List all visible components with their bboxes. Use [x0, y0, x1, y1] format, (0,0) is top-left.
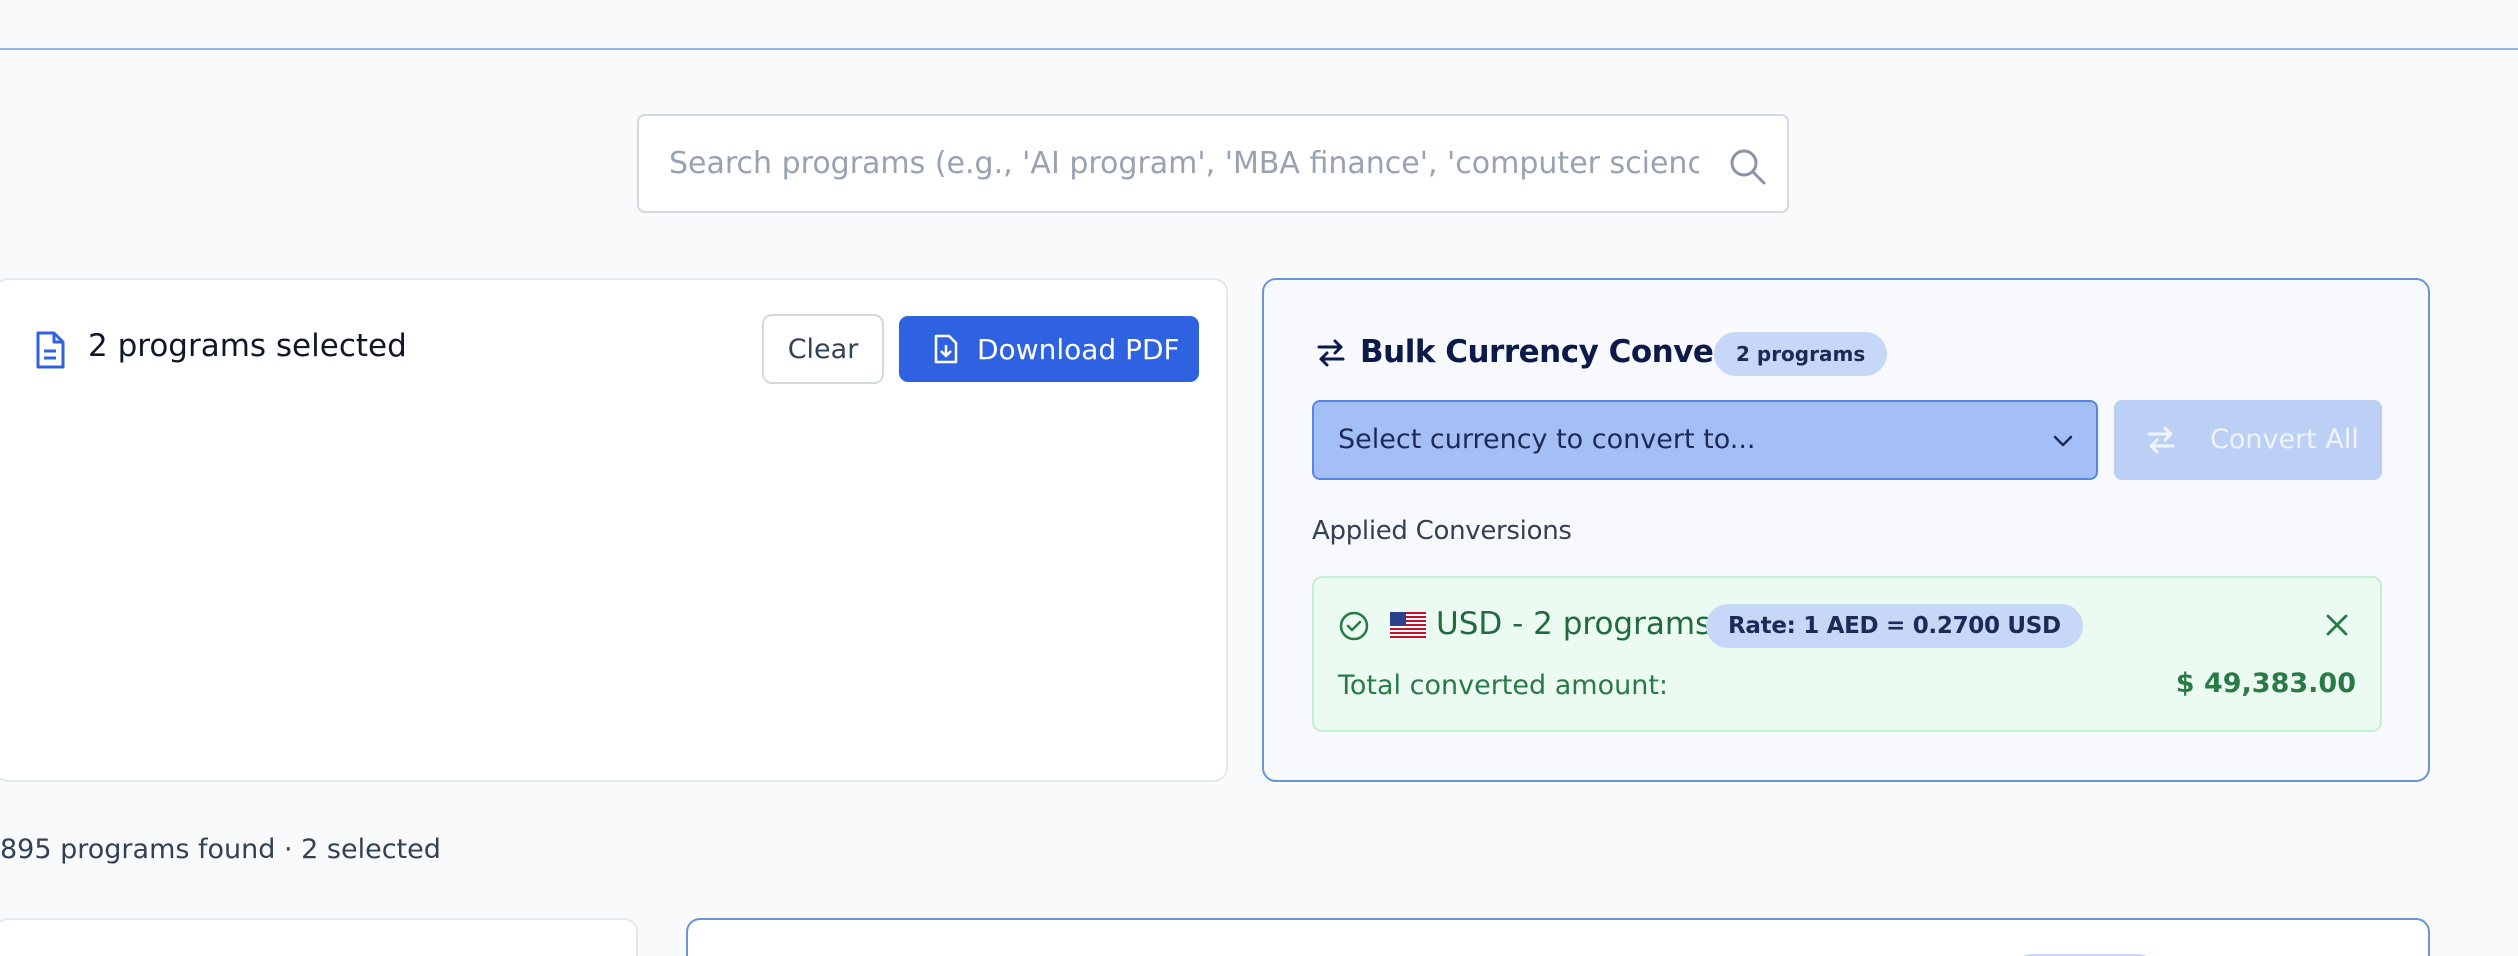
- search-bar[interactable]: [637, 114, 1789, 213]
- program-card[interactable]: [0, 918, 638, 956]
- currency-select[interactable]: Select currency to convert to...: [1312, 400, 2098, 480]
- chevron-down-icon: [2053, 435, 2073, 447]
- conversion-currency-label: USD - 2 programs: [1436, 606, 1712, 642]
- swap-arrows-icon: [1317, 339, 1345, 367]
- download-pdf-button[interactable]: Download PDF: [899, 316, 1199, 382]
- check-circle-icon: [1339, 611, 1369, 641]
- applied-conversions-heading: Applied Conversions: [1312, 516, 1572, 546]
- programs-count-badge: 2 programs: [1714, 332, 1888, 376]
- us-flag-icon: [1390, 612, 1426, 638]
- clear-button[interactable]: Clear: [762, 314, 884, 384]
- swap-arrows-icon: [2147, 426, 2175, 454]
- file-download-icon: [934, 334, 958, 364]
- selected-count-title: 2 programs selected: [88, 328, 407, 364]
- search-icon[interactable]: [1727, 146, 1767, 186]
- bulk-currency-converter-card: Bulk Currency Converter 2 programs Selec…: [1262, 278, 2430, 782]
- total-converted-label: Total converted amount:: [1338, 670, 1668, 701]
- document-icon: [36, 331, 65, 369]
- page: 2 programs selected Clear Download PDF B…: [0, 0, 2518, 956]
- download-pdf-label: Download PDF: [977, 332, 1180, 366]
- results-summary: 895 programs found · 2 selected: [0, 834, 441, 865]
- program-card-selected[interactable]: [686, 918, 2430, 956]
- header-divider: [0, 48, 2518, 50]
- convert-all-label: Convert All: [2210, 424, 2359, 455]
- selection-card: 2 programs selected Clear Download PDF: [0, 278, 1228, 782]
- total-converted-amount: $ 49,383.00: [2175, 668, 2356, 699]
- conversion-item: USD - 2 programs Rate: 1 AED = 0.2700 US…: [1312, 576, 2382, 732]
- conversion-rate-badge: Rate: 1 AED = 0.2700 USD: [1706, 604, 2083, 648]
- close-icon[interactable]: [2324, 612, 2350, 638]
- convert-all-button[interactable]: Convert All: [2114, 400, 2382, 480]
- currency-select-placeholder: Select currency to convert to...: [1338, 424, 1756, 455]
- search-input[interactable]: [669, 116, 1699, 211]
